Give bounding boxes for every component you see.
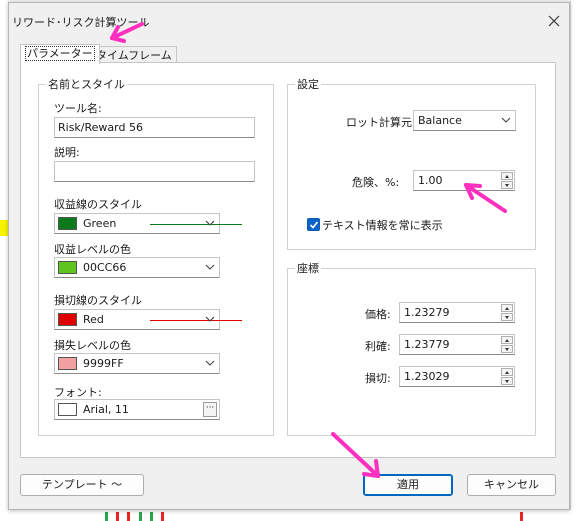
- tab-parameters-label: パラメーター: [25, 46, 95, 61]
- annotation-arrow-title: [110, 22, 144, 43]
- annotation-overlay: [110, 22, 507, 478]
- tab-parameters[interactable]: パラメーター: [20, 44, 100, 64]
- annotation-arrow-risk: [464, 183, 507, 213]
- annotation-arrow-apply: [331, 432, 380, 478]
